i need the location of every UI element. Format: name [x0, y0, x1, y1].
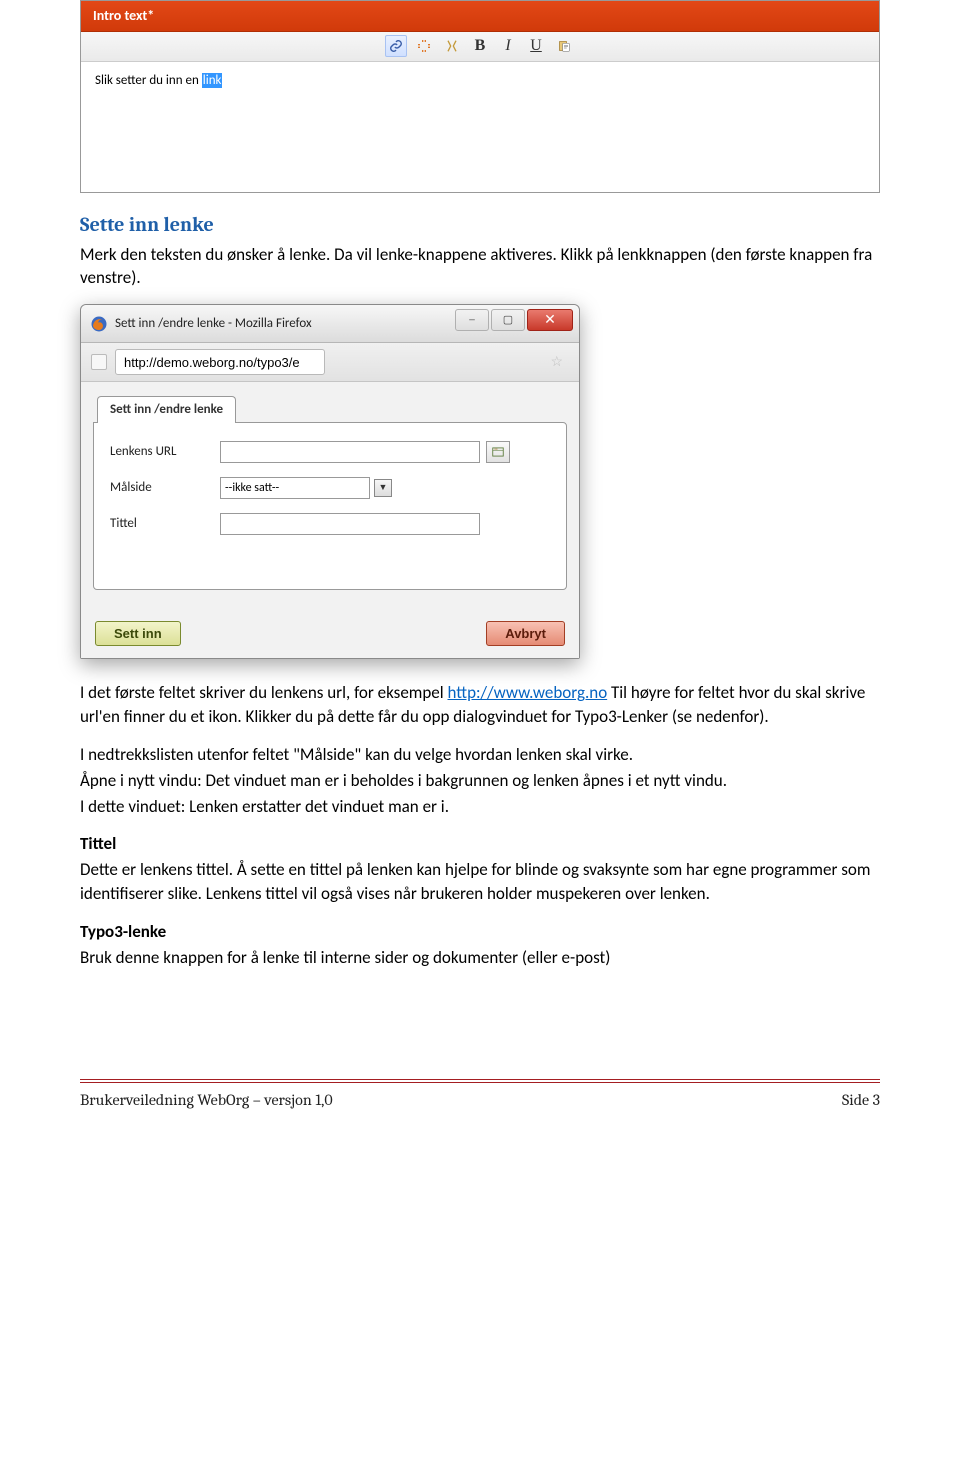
row-title: Tittel [110, 513, 550, 535]
heading-typo3: Typo3-lenke [80, 920, 880, 944]
browse-button[interactable] [486, 441, 510, 463]
link-dialog-window: Sett inn /endre lenke - Mozilla Firefox … [80, 304, 580, 659]
break-icon [444, 38, 460, 54]
insert-button[interactable]: Sett inn [95, 621, 181, 646]
browser-url-row: ☆ [81, 343, 579, 382]
paste-icon [556, 38, 572, 54]
dialog-footer: Sett inn Avbryt [81, 611, 579, 658]
example-link[interactable]: http://www.weborg.no [448, 682, 608, 703]
paragraph-typo3: Bruk denne knappen for å lenke til inter… [80, 946, 880, 970]
underline-button[interactable]: U [525, 35, 547, 57]
tab-row: Sett inn /endre lenke [93, 396, 567, 423]
section-intro-paragraph: Merk den teksten du ønsker å lenke. Da v… [80, 243, 880, 291]
typo3-label: Typo3-lenke [80, 921, 166, 942]
page-footer: Brukerveiledning WebOrg – versjon 1,0 Si… [80, 1079, 880, 1111]
editor-header: Intro text* [81, 1, 879, 32]
close-icon: ✕ [544, 310, 556, 330]
link-button[interactable] [385, 35, 407, 57]
input-title[interactable] [220, 513, 480, 535]
selected-text: link [202, 73, 223, 88]
tittel-label: Tittel [80, 833, 116, 854]
unlink-icon [416, 38, 432, 54]
browser-url-input[interactable] [115, 349, 325, 375]
maximize-icon: ▢ [503, 312, 513, 327]
chevron-down-icon[interactable]: ▼ [374, 479, 392, 497]
star-icon[interactable]: ☆ [550, 352, 563, 372]
p1-before: I det første feltet skriver du lenkens u… [80, 682, 448, 703]
minimize-icon: ─ [469, 312, 475, 327]
select-target[interactable]: --ikke satt-- [220, 477, 370, 499]
break-button[interactable] [441, 35, 463, 57]
cancel-button[interactable]: Avbryt [486, 621, 565, 646]
firefox-icon [89, 314, 109, 334]
window-title: Sett inn /endre lenke - Mozilla Firefox [115, 315, 312, 333]
input-url[interactable] [220, 441, 480, 463]
paragraph-dropdown-intro: I nedtrekkslisten utenfor feltet "Målsid… [80, 743, 880, 767]
paste-button[interactable] [553, 35, 575, 57]
close-button[interactable]: ✕ [527, 309, 573, 331]
label-target: Målside [110, 479, 220, 497]
unlink-button[interactable] [413, 35, 435, 57]
editor-text: Slik setter du inn en [95, 73, 202, 88]
maximize-button[interactable]: ▢ [491, 309, 525, 331]
minimize-button[interactable]: ─ [455, 309, 489, 331]
tab-panel: Lenkens URL Målside --ikke satt-- ▼ Titt… [93, 422, 567, 590]
editor-toolbar: B I U [81, 32, 879, 62]
paragraph-tittel: Dette er lenkens tittel. Å sette en titt… [80, 858, 880, 906]
section-heading-sette-inn-lenke: Sette inn lenke [80, 211, 880, 239]
tab-insert-link[interactable]: Sett inn /endre lenke [97, 396, 236, 423]
dialog-body: Sett inn /endre lenke Lenkens URL Målsid… [81, 382, 579, 611]
footer-left: Brukerveiledning WebOrg – versjon 1,0 [80, 1089, 333, 1111]
editor-content-area[interactable]: Slik setter du inn en link [81, 62, 879, 192]
rte-editor-panel: Intro text* B I U Slik setter du inn en … [80, 0, 880, 193]
link-icon [389, 39, 403, 53]
window-controls: ─ ▢ ✕ [455, 309, 573, 331]
footer-right: Side 3 [842, 1089, 880, 1111]
window-titlebar: Sett inn /endre lenke - Mozilla Firefox … [81, 305, 579, 343]
browse-icon [491, 445, 505, 459]
paragraph-same-window: I dette vinduet: Lenken erstatter det vi… [80, 795, 880, 819]
row-target: Målside --ikke satt-- ▼ [110, 477, 550, 499]
paragraph-url-instruction: I det første feltet skriver du lenkens u… [80, 681, 880, 729]
paragraph-new-window: Åpne i nytt vindu: Det vinduet man er i … [80, 769, 880, 793]
heading-tittel: Tittel [80, 832, 880, 856]
select-target-value: --ikke satt-- [225, 480, 279, 497]
page-icon [91, 354, 107, 370]
label-title: Tittel [110, 515, 220, 533]
bold-button[interactable]: B [469, 35, 491, 57]
italic-button[interactable]: I [497, 35, 519, 57]
row-url: Lenkens URL [110, 441, 550, 463]
label-url: Lenkens URL [110, 443, 220, 461]
